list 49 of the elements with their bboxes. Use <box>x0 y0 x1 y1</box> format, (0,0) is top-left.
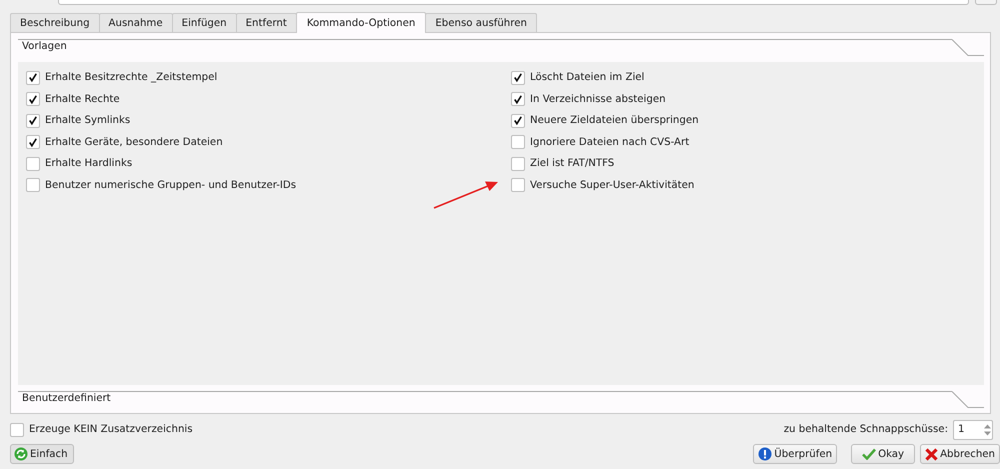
section-header[interactable]: Benutzerdefiniert <box>18 391 984 408</box>
section-header[interactable]: Vorlagen <box>18 39 984 56</box>
button[interactable]: Abbrechen <box>920 444 1000 464</box>
notch-line <box>952 39 984 56</box>
annotation-arrow <box>434 182 498 209</box>
checkbox-label: Versuche Super-User-Aktivitäten <box>530 180 694 191</box>
checkbox-label: Löscht Dateien im Ziel <box>530 72 644 84</box>
checkbox[interactable] <box>511 156 525 171</box>
checkbox[interactable] <box>26 70 40 85</box>
checkbox-label: Erhalte Rechte <box>45 94 120 105</box>
checkbox-label: Erhalte Geräte, besondere Dateien <box>45 136 223 148</box>
checkbox-label: Erzeuge KEIN Zusatzverzeichnis <box>29 424 193 435</box>
notch-line <box>952 391 984 408</box>
checkbox[interactable] <box>511 135 525 150</box>
recycle-icon <box>14 447 28 461</box>
checkbox-label: Ziel ist FAT/NTFS <box>530 158 614 170</box>
text-field[interactable] <box>58 0 969 5</box>
x-icon <box>925 448 938 460</box>
checkbox[interactable] <box>511 92 525 106</box>
small-button[interactable] <box>975 0 997 5</box>
checkbox[interactable] <box>511 178 525 192</box>
info-icon <box>758 447 772 461</box>
tab[interactable]: Kommando-Optionen <box>296 12 426 33</box>
checkbox[interactable] <box>26 114 40 128</box>
number-spinner[interactable]: 1 <box>953 420 993 440</box>
tab[interactable]: Ausnahme <box>98 13 173 32</box>
checkbox[interactable] <box>26 135 40 150</box>
checkmark-icon <box>862 448 876 460</box>
checkbox[interactable] <box>26 92 40 106</box>
button[interactable]: Überprüfen <box>753 444 838 464</box>
checkbox-label: In Verzeichnisse absteigen <box>530 94 666 105</box>
button[interactable]: Einfach <box>10 444 74 464</box>
tab[interactable]: Einfügen <box>172 13 237 32</box>
checkbox-label: Erhalte Symlinks <box>45 115 130 126</box>
checkbox[interactable] <box>26 156 40 171</box>
checkbox-label: Erhalte Besitzrechte _Zeitstempel <box>45 72 218 84</box>
checkbox[interactable] <box>511 70 525 85</box>
tab[interactable]: Beschreibung <box>10 13 100 32</box>
spinner-label: zu behaltende Schnappschüsse: <box>784 424 948 435</box>
checkbox-label: Ignoriere Dateien nach CVS-Art <box>530 136 690 148</box>
checkbox-label: Benutzer numerische Gruppen- und Benutzer-IDs <box>45 180 296 191</box>
tab[interactable]: Entfernt <box>236 13 297 32</box>
checkbox-label: Erhalte Hardlinks <box>45 158 132 170</box>
checkbox[interactable] <box>10 422 24 436</box>
checkbox[interactable] <box>511 114 525 128</box>
checkbox[interactable] <box>26 178 40 192</box>
button[interactable]: Okay <box>851 444 916 464</box>
checkbox-label: Neuere Zieldateien überspringen <box>530 115 699 126</box>
tab[interactable]: Ebenso ausführen <box>425 13 537 32</box>
